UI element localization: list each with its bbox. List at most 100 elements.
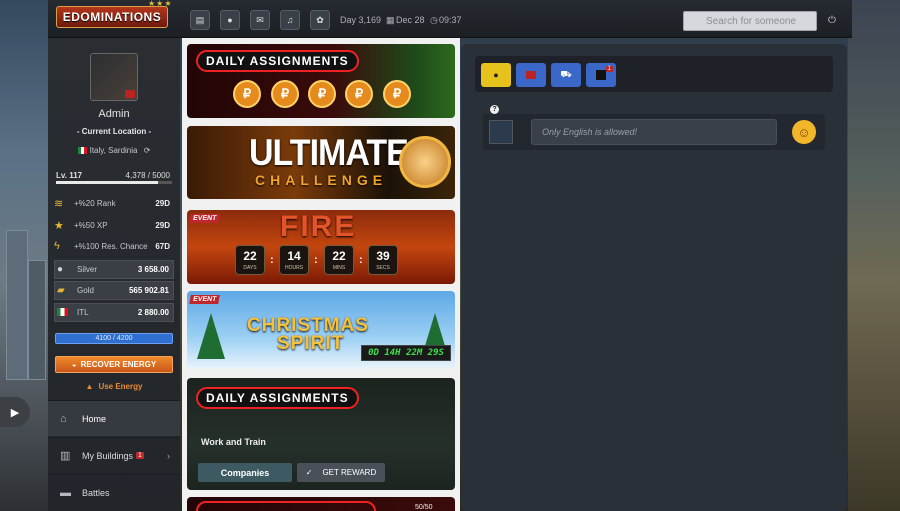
ultimate-challenge-banner[interactable]: ULTIMATE CHALLENGE [187, 126, 455, 199]
chat-bubble-icon: ● [493, 70, 499, 80]
fire-title: FIRE [280, 210, 357, 243]
avatar-flag-badge [125, 90, 135, 98]
chat-input-row: ☺ [483, 114, 825, 150]
xp-progress-fill [56, 181, 158, 184]
settings-button[interactable]: ✿ [310, 10, 330, 30]
cart-icon: ⛟ [560, 69, 572, 79]
countdown-seconds: 39 SECS [368, 245, 398, 275]
resource-value: 3 658.00 [137, 265, 169, 274]
bonus-resource: ϟ +%100 Res. Chance 67D [54, 236, 174, 256]
chat-global-tab[interactable]: ● [481, 63, 511, 87]
level-label: Lv. 117 [56, 171, 83, 180]
bonus-label: +%100 Res. Chance [74, 241, 148, 251]
chat-country-tab[interactable] [516, 63, 546, 87]
unread-badge: 1 [605, 66, 613, 72]
bonus-duration: 29D [155, 220, 170, 230]
refresh-icon[interactable]: ⟳ [144, 146, 151, 155]
resource-currency[interactable]: ITL 2 880.00 [54, 303, 174, 322]
nav-label: My Buildings [82, 450, 134, 461]
background-soldiers-right [848, 0, 900, 511]
silver-coin-icon: ● [57, 264, 64, 275]
avatar[interactable] [90, 53, 138, 101]
game-logo[interactable]: EDOMINATIONS [56, 6, 168, 28]
play-button[interactable]: ▶ [0, 397, 30, 427]
bonus-xp: ★ +%50 XP 29D [54, 215, 174, 235]
gold-bars-icon: ▰ [57, 285, 65, 296]
recover-energy-button[interactable]: ◒ RECOVER ENERGY [55, 356, 173, 373]
resource-label: Silver [77, 265, 98, 274]
event-tag: EVENT [189, 214, 221, 223]
nav-label: Home [82, 413, 107, 424]
smiley-icon: ☺ [797, 124, 811, 140]
chat-private-tab[interactable]: 1 [586, 63, 616, 87]
christmas-spirit-banner[interactable]: EVENT CHRISTMAS SPIRIT 0D 14H 22M 29S [187, 291, 455, 369]
game-time: 09:37 [439, 15, 462, 25]
profile-button[interactable]: ● [220, 10, 240, 30]
daily-assignments-banner-partial[interactable]: 50/50 [187, 497, 455, 511]
power-icon[interactable]: ⏻ [828, 15, 836, 26]
emoji-picker-button[interactable]: ☺ [792, 120, 816, 144]
nav-label: Battles [82, 487, 110, 498]
banners-column: DAILY ASSIGNMENTS ₽ ₽ ₽ ₽ ₽ ULTIMATE CHA… [182, 38, 460, 511]
notifications-button[interactable]: ♫ [280, 10, 300, 30]
bell-icon: ♫ [286, 15, 294, 25]
warning-icon: ▲ [85, 382, 94, 391]
use-energy-link[interactable]: ▲ Use Energy [48, 382, 180, 391]
countdown-separator: : [359, 254, 363, 266]
get-reward-button[interactable]: ✓ GET REWARD [297, 463, 385, 482]
buildings-badge: 1 [136, 452, 144, 459]
ultimate-title: ULTIMATE [249, 132, 409, 174]
resource-silver[interactable]: ● Silver 3 658.00 [54, 260, 174, 279]
countdown-separator: : [270, 254, 274, 266]
christmas-tree-icon [197, 313, 225, 359]
bonus-duration: 67D [155, 241, 170, 251]
chat-market-tab[interactable]: ⛟ [551, 63, 581, 87]
countdown-hours: 14 HOURS [279, 245, 309, 275]
chat-message-input[interactable] [531, 119, 777, 145]
daily-assignments-banner[interactable]: DAILY ASSIGNMENTS ₽ ₽ ₽ ₽ ₽ [187, 44, 455, 118]
calendar-icon: ▦ [386, 15, 395, 25]
bonus-label: +%50 XP [74, 220, 108, 230]
game-day: Day 3,169 [340, 15, 382, 25]
nav-home[interactable]: ⌂ Home [48, 400, 180, 436]
search-input[interactable] [683, 11, 817, 31]
countdown-days: 22 DAYS [235, 245, 265, 275]
home-icon: ⌂ [60, 412, 67, 425]
location: Italy, Sardinia ⟳ [48, 146, 180, 155]
newspaper-icon: ▤ [195, 14, 205, 25]
task-description: Work and Train [201, 437, 266, 447]
event-tag: EVENT [189, 295, 221, 304]
clock-icon: ◷ [430, 15, 438, 25]
help-icon[interactable]: ? [490, 105, 499, 114]
recover-energy-label: RECOVER ENERGY [80, 360, 157, 369]
chat-toolbar: ● ⛟ 1 [475, 56, 833, 92]
nav-my-buildings[interactable]: ▥ My Buildings 1 › [48, 437, 180, 473]
italy-flag-icon [77, 147, 87, 154]
nav-battles[interactable]: ▬ Battles [48, 474, 180, 510]
lightning-icon: ϟ [54, 240, 60, 252]
reward-coin-icon: ₽ [345, 80, 373, 108]
building-icon: ▥ [60, 450, 71, 462]
resource-label: ITL [77, 308, 89, 317]
sidebar: Admin - Current Location - Italy, Sardin… [48, 38, 180, 511]
chevron-right-icon: › [167, 450, 170, 461]
italy-flag-icon [57, 307, 73, 318]
gear-icon: ✿ [316, 14, 324, 25]
rank-icon: ≋ [54, 197, 64, 210]
bonus-rank: ≋ +%20 Rank 29D [54, 193, 174, 213]
country-flag-icon [526, 71, 536, 79]
use-energy-label: Use Energy [98, 382, 143, 391]
user-icon: ● [227, 15, 233, 25]
christmas-countdown: 0D 14H 22M 29S [361, 345, 451, 361]
resource-gold[interactable]: ▰ Gold 565 902.81 [54, 281, 174, 300]
daily-assignments-task-card: DAILY ASSIGNMENTS Work and Train Compani… [187, 378, 455, 490]
avatar [489, 120, 513, 144]
companies-button[interactable]: Companies [198, 463, 292, 482]
messages-button[interactable]: ✉ [250, 10, 270, 30]
banner-pill-outline [196, 501, 376, 511]
countdown-minutes: 22 MINS [324, 245, 354, 275]
username[interactable]: Admin [48, 108, 180, 120]
newspaper-button[interactable]: ▤ [190, 10, 210, 30]
bonus-label: +%20 Rank [74, 198, 116, 208]
fire-event-banner[interactable]: EVENT FIRE 22 DAYS : 14 HOURS : 22 MINS : 3… [187, 210, 455, 284]
